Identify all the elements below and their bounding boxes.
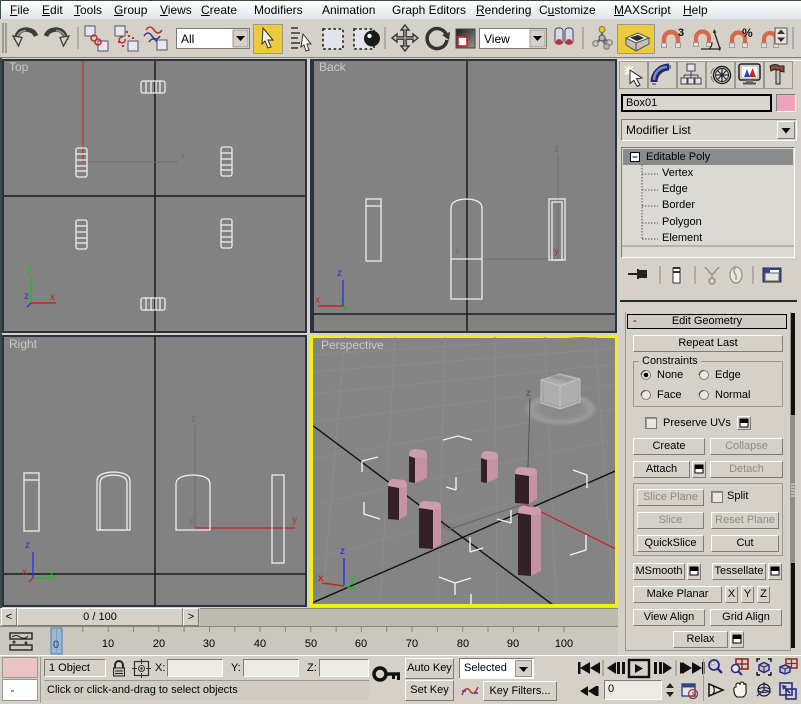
svg-text:90: 90 <box>507 638 519 650</box>
svg-text:10: 10 <box>102 638 114 650</box>
svg-text:Right: Right <box>9 337 38 351</box>
svg-text:x: x <box>50 292 55 303</box>
svg-text:x: x <box>455 246 460 257</box>
svg-text:Perspective: Perspective <box>321 338 384 352</box>
svg-text:Back: Back <box>319 60 347 74</box>
svg-text:z: z <box>191 414 196 425</box>
svg-text:20: 20 <box>153 638 165 650</box>
svg-text:All: All <box>181 32 194 46</box>
svg-text:x: x <box>22 567 27 578</box>
svg-text:z: z <box>526 388 531 399</box>
svg-text:3: 3 <box>678 27 684 39</box>
svg-text:x: x <box>180 151 185 162</box>
svg-text:Top: Top <box>9 60 29 74</box>
svg-text:z: z <box>554 144 559 155</box>
svg-text:x: x <box>315 295 320 306</box>
svg-text:60: 60 <box>355 638 367 650</box>
svg-text:z: z <box>25 540 30 551</box>
svg-text:y: y <box>350 574 356 585</box>
svg-text:40: 40 <box>254 638 266 650</box>
svg-text:x: x <box>442 521 447 531</box>
svg-text:30: 30 <box>203 638 215 650</box>
svg-text:z: z <box>24 291 29 302</box>
svg-text:0: 0 <box>53 639 59 651</box>
svg-text:y: y <box>49 567 54 578</box>
svg-text:70: 70 <box>406 638 418 650</box>
svg-text:x: x <box>189 516 194 527</box>
svg-text:z: z <box>340 546 345 557</box>
svg-text:y: y <box>292 515 297 526</box>
svg-text:y: y <box>27 264 32 275</box>
svg-text:y: y <box>554 246 559 257</box>
svg-text:View: View <box>484 32 510 46</box>
svg-text:x: x <box>318 573 324 584</box>
svg-text:z: z <box>337 268 342 279</box>
svg-text:50: 50 <box>305 638 317 650</box>
svg-text:100: 100 <box>555 638 573 650</box>
svg-text:%: % <box>742 26 753 40</box>
svg-text:80: 80 <box>457 638 469 650</box>
